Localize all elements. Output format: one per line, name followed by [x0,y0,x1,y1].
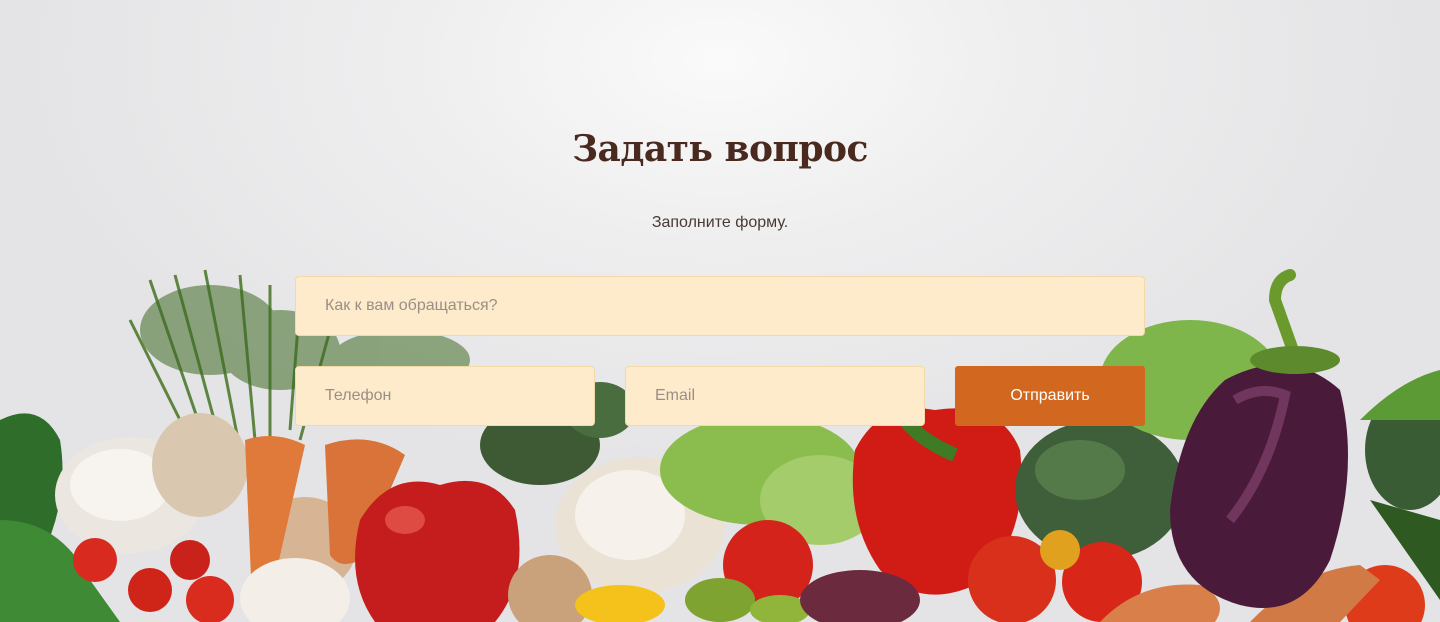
contact-section: Задать вопрос Заполните форму. Отправить [0,0,1440,622]
email-input[interactable] [625,366,925,426]
page-title: Задать вопрос [572,128,868,170]
name-input[interactable] [295,276,1145,336]
phone-input[interactable] [295,366,595,426]
form-subtitle: Заполните форму. [651,214,789,231]
submit-button[interactable]: Отправить [955,366,1145,426]
